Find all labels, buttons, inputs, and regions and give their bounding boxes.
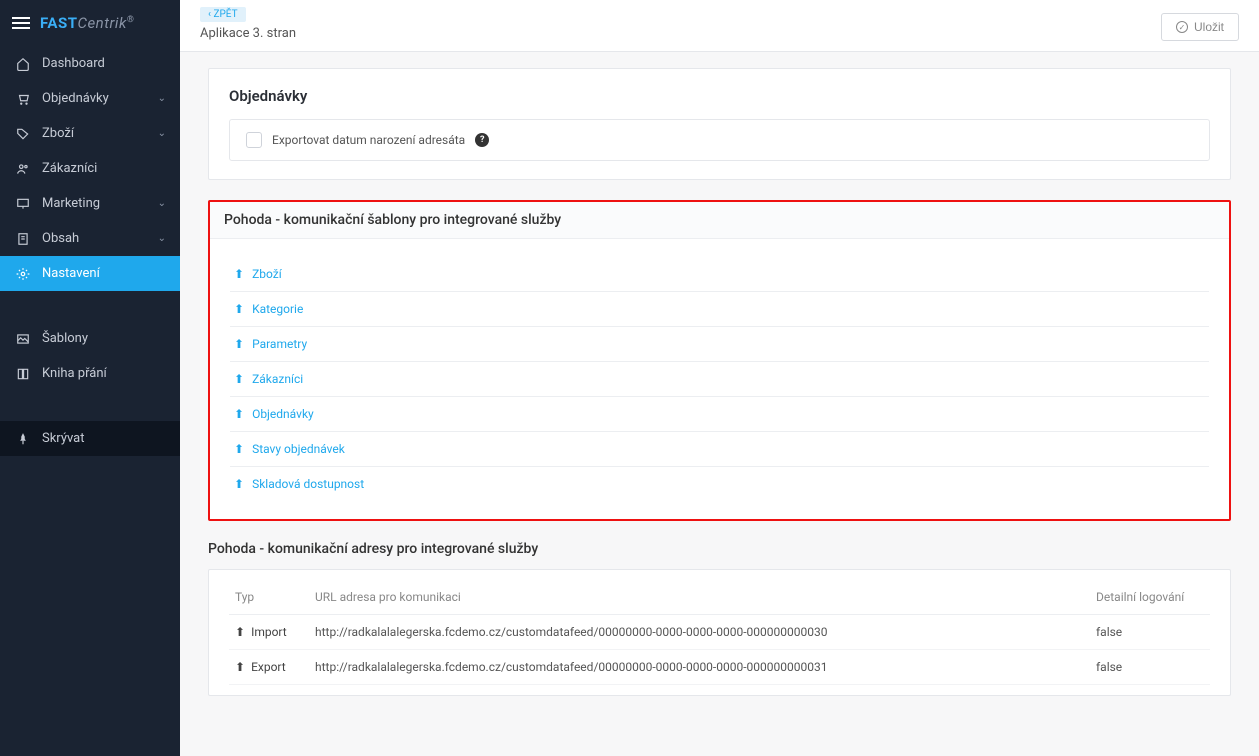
upload-icon: ⬆ xyxy=(235,625,245,639)
upload-icon: ⬆ xyxy=(234,442,244,456)
template-link-zbozi[interactable]: ⬆Zboží xyxy=(230,257,1209,292)
upload-icon: ⬆ xyxy=(235,660,245,674)
upload-icon: ⬆ xyxy=(234,477,244,491)
home-icon xyxy=(14,57,32,71)
back-button[interactable]: ‹ ZPĚT xyxy=(200,7,246,22)
logo: FASTCentrik® xyxy=(40,14,134,32)
topbar: ‹ ZPĚT Aplikace 3. stran ✓ Uložit xyxy=(180,0,1259,52)
orders-title: Objednávky xyxy=(229,87,1210,105)
sidebar-header: FASTCentrik® xyxy=(0,0,180,46)
chevron-down-icon: ⌄ xyxy=(158,93,166,104)
nav-item-zbozi[interactable]: Zboží ⌄ xyxy=(0,116,180,151)
nav-item-objednavky[interactable]: Objednávky ⌄ xyxy=(0,81,180,116)
template-link-objednavky[interactable]: ⬆Objednávky xyxy=(230,397,1209,432)
info-icon[interactable]: ? xyxy=(475,133,489,147)
table-row: ⬆ Import http://radkalalalegerska.fcdemo… xyxy=(229,615,1210,650)
main: ‹ ZPĚT Aplikace 3. stran ✓ Uložit Objedn… xyxy=(180,0,1259,756)
chevron-down-icon: ⌄ xyxy=(158,198,166,209)
template-link-zakaznici[interactable]: ⬆Zákazníci xyxy=(230,362,1209,397)
table-row: ⬆ Export http://radkalalalegerska.fcdemo… xyxy=(229,650,1210,685)
sidebar: FASTCentrik® Dashboard Objednávky ⌄ Zbož… xyxy=(0,0,180,756)
check-icon: ✓ xyxy=(1176,21,1188,33)
nav-item-nastaveni[interactable]: Nastavení xyxy=(0,256,180,291)
nav-item-marketing[interactable]: Marketing ⌄ xyxy=(0,186,180,221)
chevron-down-icon: ⌄ xyxy=(158,128,166,139)
chevron-down-icon: ⌄ xyxy=(158,233,166,244)
gear-icon xyxy=(14,267,32,281)
document-icon xyxy=(14,232,32,246)
template-link-parametry[interactable]: ⬆Parametry xyxy=(230,327,1209,362)
export-birthdate-label: Exportovat datum narození adresáta xyxy=(272,133,465,147)
upload-icon: ⬆ xyxy=(234,337,244,351)
template-link-kategorie[interactable]: ⬆Kategorie xyxy=(230,292,1209,327)
templates-title: Pohoda - komunikační šablony pro integro… xyxy=(210,202,1229,239)
content: Objednávky Exportovat datum narození adr… xyxy=(180,52,1259,756)
template-link-skladova[interactable]: ⬆Skladová dostupnost xyxy=(230,467,1209,501)
upload-icon: ⬆ xyxy=(234,372,244,386)
presentation-icon xyxy=(14,197,32,211)
users-icon xyxy=(14,162,32,176)
menu-toggle-icon[interactable] xyxy=(12,14,30,32)
tag-icon xyxy=(14,127,32,141)
upload-icon: ⬆ xyxy=(234,267,244,281)
nav-list: Dashboard Objednávky ⌄ Zboží ⌄ Zákazníci… xyxy=(0,46,180,456)
page-title: Aplikace 3. stran xyxy=(200,26,296,41)
nav-item-obsah[interactable]: Obsah ⌄ xyxy=(0,221,180,256)
nav-item-sablony[interactable]: Šablony xyxy=(0,321,180,356)
upload-icon: ⬆ xyxy=(234,302,244,316)
templates-card: Pohoda - komunikační šablony pro integro… xyxy=(208,200,1231,521)
nav-item-skryvat[interactable]: Skrývat xyxy=(0,421,180,456)
export-birthdate-row: Exportovat datum narození adresáta ? xyxy=(229,119,1210,161)
addresses-card: Typ URL adresa pro komunikaci Detailní l… xyxy=(208,569,1231,696)
nav-item-dashboard[interactable]: Dashboard xyxy=(0,46,180,81)
book-icon xyxy=(14,367,32,381)
col-url: URL adresa pro komunikaci xyxy=(309,580,1090,615)
addresses-table: Typ URL adresa pro komunikaci Detailní l… xyxy=(229,580,1210,685)
addresses-title: Pohoda - komunikační adresy pro integrov… xyxy=(208,541,1231,557)
nav-item-zakaznici[interactable]: Zákazníci xyxy=(0,151,180,186)
image-icon xyxy=(14,332,32,346)
template-link-stavy[interactable]: ⬆Stavy objednávek xyxy=(230,432,1209,467)
nav-item-kniha-prani[interactable]: Kniha přání xyxy=(0,356,180,391)
orders-card: Objednávky Exportovat datum narození adr… xyxy=(208,68,1231,180)
col-typ: Typ xyxy=(229,580,309,615)
save-button[interactable]: ✓ Uložit xyxy=(1161,13,1239,41)
export-birthdate-checkbox[interactable] xyxy=(246,132,262,148)
pin-icon xyxy=(14,432,32,446)
upload-icon: ⬆ xyxy=(234,407,244,421)
cart-icon xyxy=(14,92,32,106)
col-log: Detailní logování xyxy=(1090,580,1210,615)
templates-list: ⬆Zboží ⬆Kategorie ⬆Parametry ⬆Zákazníci … xyxy=(230,257,1209,501)
